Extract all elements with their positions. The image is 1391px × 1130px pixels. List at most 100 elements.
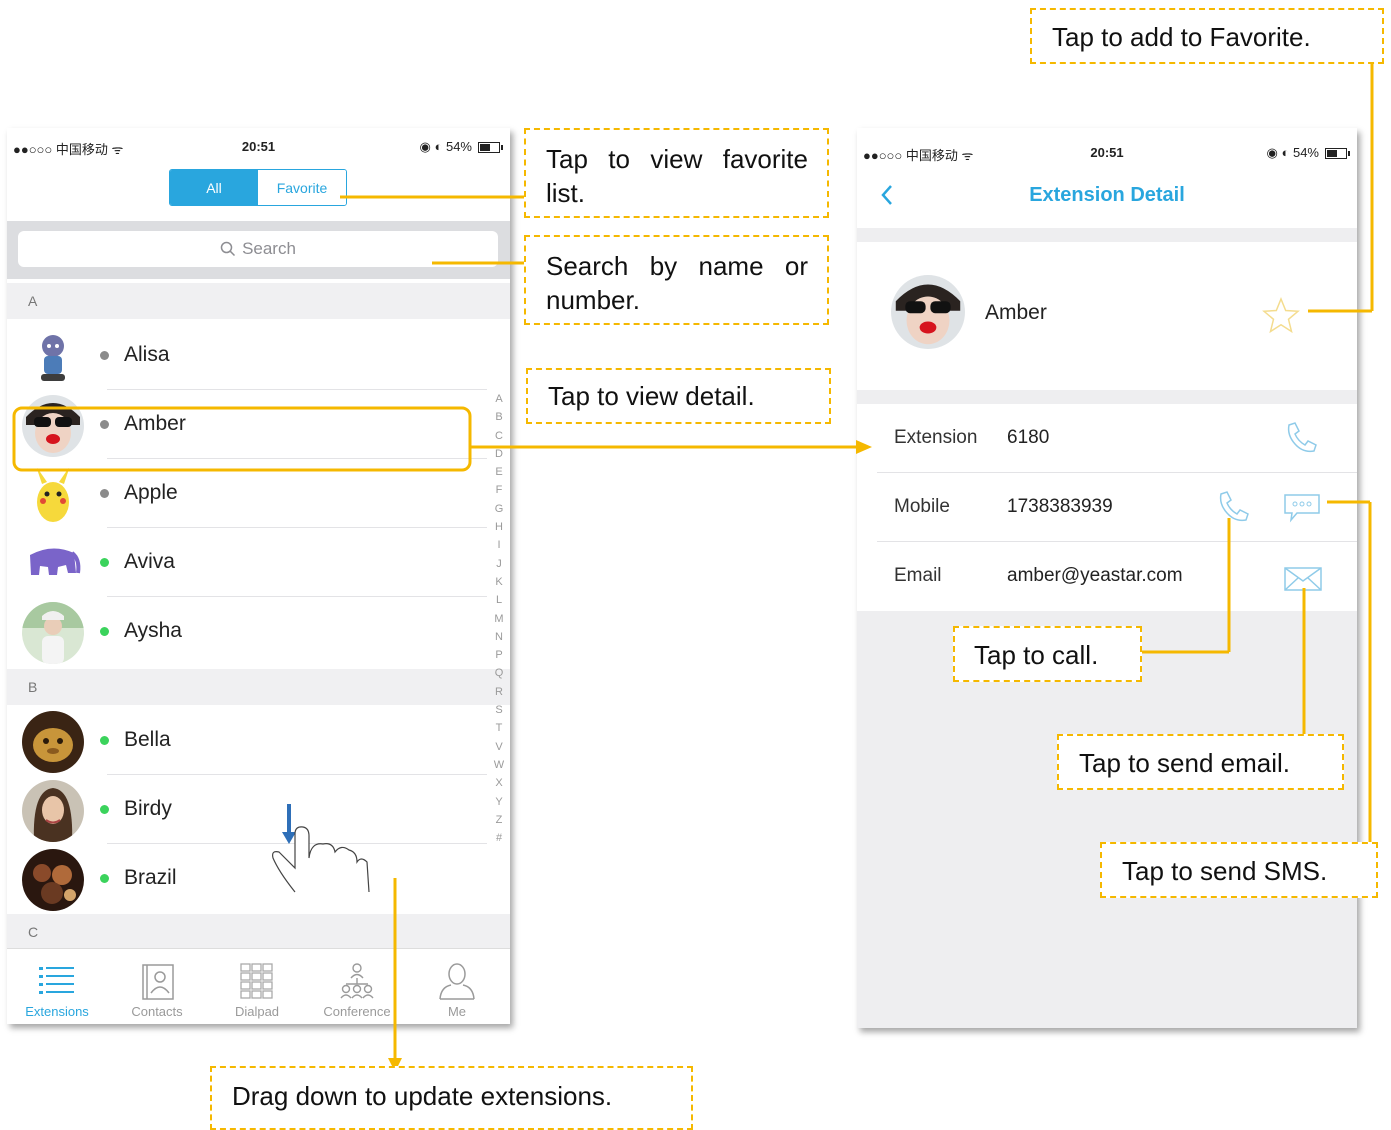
index-letter[interactable]: A [491, 390, 507, 408]
contact-name: Alisa [124, 343, 170, 366]
favorite-star-icon[interactable] [1261, 296, 1301, 336]
avatar [22, 602, 84, 664]
search-bar: Search [7, 221, 510, 279]
tab-favorite[interactable]: Favorite [258, 170, 346, 205]
index-letter[interactable]: G [491, 500, 507, 518]
index-letter[interactable]: Q [491, 664, 507, 682]
person-icon [439, 963, 475, 1000]
contact-name: Aysha [124, 619, 182, 642]
contact-name: Birdy [124, 797, 172, 820]
contact-name: Amber [124, 412, 186, 435]
page-title: Extension Detail [1029, 184, 1185, 206]
contact-book-icon [142, 964, 174, 1000]
tab-label: Conference [323, 1004, 391, 1019]
index-letter[interactable]: K [491, 573, 507, 591]
callout-favorite-list: Tap to view favorite list. [524, 128, 829, 218]
phone-call-icon[interactable] [1215, 489, 1251, 525]
battery-icon [478, 141, 503, 153]
list-item[interactable]: Aviva [7, 529, 487, 597]
contact-name: Brazil [124, 866, 177, 889]
index-letter[interactable]: F [491, 481, 507, 499]
avatar [22, 464, 84, 526]
battery-status: ◉ ◐ 54% [420, 139, 503, 155]
presence-dot [100, 805, 109, 814]
index-letter[interactable]: E [491, 463, 507, 481]
extensions-screen: ●●○○○ 中国移动 ᯤ 20:51 ◉ ◐ 54% All Favorite … [7, 128, 510, 1024]
presence-dot [100, 736, 109, 745]
tab-conference[interactable]: Conference [307, 949, 407, 1024]
field-value: 1738383939 [1007, 496, 1113, 517]
section-header-c: C [7, 914, 510, 948]
battery-status: ◉ ◐ 54% [1267, 145, 1350, 161]
index-letter[interactable]: I [491, 536, 507, 554]
index-letter[interactable]: Z [491, 811, 507, 829]
avatar [22, 533, 84, 595]
field-label: Extension [894, 427, 978, 448]
section-header-b: B [7, 669, 510, 705]
list-item[interactable]: Birdy [7, 776, 487, 844]
detail-row-email: Email amber@yeastar.com [857, 542, 1357, 611]
status-bar: ●●○○○ 中国移动 ᯤ 20:51 ◉ ◐ 54% [7, 128, 510, 166]
profile-header: Amber [857, 242, 1357, 390]
index-letter[interactable]: B [491, 408, 507, 426]
avatar [22, 395, 84, 457]
callout-search: Search by name or number. [524, 235, 829, 325]
section-header-a: A [7, 283, 510, 319]
index-letter[interactable]: J [491, 555, 507, 573]
index-letter[interactable]: V [491, 738, 507, 756]
list-item[interactable]: Apple [7, 460, 487, 528]
tab-dialpad[interactable]: Dialpad [207, 949, 307, 1024]
conference-icon [340, 963, 374, 999]
battery-icon [1325, 147, 1350, 159]
index-letter[interactable]: Y [491, 793, 507, 811]
tab-me[interactable]: Me [407, 949, 507, 1024]
index-letter[interactable]: N [491, 628, 507, 646]
field-value: amber@yeastar.com [1007, 565, 1183, 586]
avatar [22, 326, 84, 388]
index-letter[interactable]: M [491, 610, 507, 628]
sms-bubble-icon[interactable] [1283, 493, 1323, 523]
index-letter[interactable]: # [491, 829, 507, 847]
callout-drag-down: Drag down to update extensions. [210, 1066, 693, 1130]
index-letter[interactable]: H [491, 518, 507, 536]
index-letter[interactable]: W [491, 756, 507, 774]
list-item[interactable]: Brazil [7, 845, 487, 913]
nav-bar: Extension Detail [857, 166, 1357, 229]
detail-row-extension: Extension 6180 [857, 404, 1357, 473]
presence-dot [100, 874, 109, 883]
list-icon [39, 967, 74, 994]
list-item[interactable]: Amber [7, 391, 487, 459]
list-filter-segmented: All Favorite [169, 169, 347, 206]
dialpad-icon [240, 963, 273, 999]
avatar [22, 711, 84, 773]
callout-send-email: Tap to send email. [1057, 734, 1344, 790]
list-item[interactable]: Aysha [7, 598, 487, 666]
list-item[interactable]: Bella [7, 707, 487, 775]
tab-label: Contacts [131, 1004, 183, 1019]
index-letter[interactable]: P [491, 646, 507, 664]
tab-label: Me [447, 1004, 467, 1019]
callout-send-sms: Tap to send SMS. [1100, 842, 1378, 898]
presence-dot [100, 627, 109, 636]
index-letter[interactable]: R [491, 683, 507, 701]
field-label: Email [894, 565, 942, 586]
tab-contacts[interactable]: Contacts [107, 949, 207, 1024]
callout-call: Tap to call. [953, 626, 1142, 682]
index-letter[interactable]: T [491, 719, 507, 737]
email-envelope-icon[interactable] [1283, 566, 1323, 592]
search-input[interactable]: Search [18, 231, 498, 267]
tab-extensions[interactable]: Extensions [7, 949, 107, 1024]
index-letter[interactable]: L [491, 591, 507, 609]
presence-dot [100, 558, 109, 567]
alphabet-index[interactable]: A B C D E F G H I J K L M N P Q R S T V W X Y Z # [491, 390, 507, 847]
search-placeholder: Search [242, 239, 296, 258]
presence-dot [100, 420, 109, 429]
phone-call-icon[interactable] [1283, 420, 1319, 456]
index-letter[interactable]: D [491, 445, 507, 463]
list-item[interactable]: Alisa [7, 322, 487, 390]
index-letter[interactable]: S [491, 701, 507, 719]
index-letter[interactable]: C [491, 427, 507, 445]
profile-name: Amber [985, 301, 1047, 324]
index-letter[interactable]: X [491, 774, 507, 792]
tab-all[interactable]: All [170, 170, 258, 205]
